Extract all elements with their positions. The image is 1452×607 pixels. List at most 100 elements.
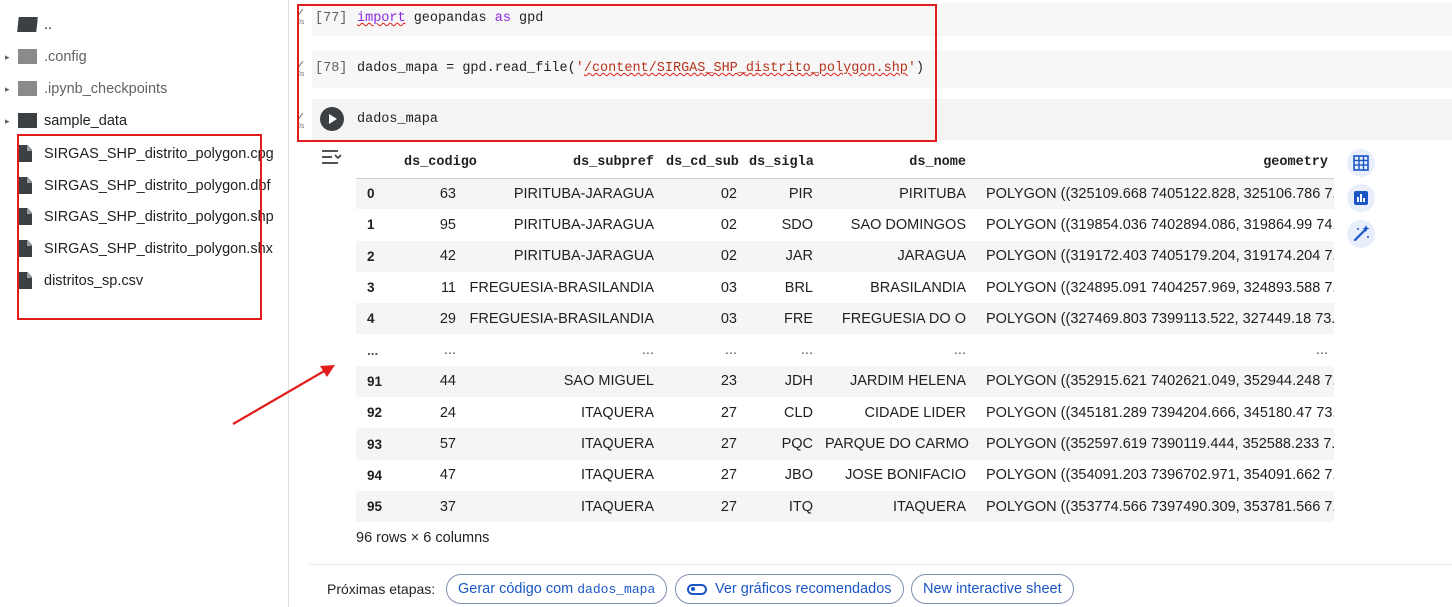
dataframe-table: ds_codigo ds_subpref ds_cd_sub ds_sigla ds_n… bbox=[356, 147, 1334, 523]
table-cell: JARDIM HELENA bbox=[819, 365, 972, 398]
table-cell: 11 bbox=[440, 279, 456, 296]
table-cell: 95 bbox=[439, 216, 456, 233]
cell-executed-check-icon: ✓ 0s bbox=[296, 111, 306, 131]
table-cell: JAR bbox=[743, 240, 819, 272]
file-icon bbox=[18, 272, 38, 289]
file-item[interactable]: .. bbox=[0, 9, 289, 41]
table-cell: ... bbox=[641, 342, 654, 359]
file-label: sample_data bbox=[44, 113, 128, 129]
recommended-charts-chip[interactable]: Ver gráficos recomendados bbox=[675, 574, 904, 604]
cell-source[interactable]: dados_mapa bbox=[357, 112, 438, 127]
table-cell: 63 bbox=[398, 178, 462, 210]
table-header-row: ds_codigo ds_subpref ds_cd_sub ds_sigla ds_n… bbox=[356, 147, 1334, 179]
table-cell: ITAQUERA bbox=[580, 404, 654, 421]
generate-code-chip[interactable]: Gerar código com dados_mapa bbox=[446, 574, 668, 604]
table-cell: SDO bbox=[781, 216, 813, 233]
table-cell: FREGUESIA-BRASILANDIA bbox=[462, 303, 660, 335]
file-label: .config bbox=[44, 49, 87, 65]
row-index: 0 bbox=[356, 178, 398, 210]
magic-wand-icon[interactable] bbox=[1347, 220, 1375, 248]
cell-executed-check-icon: ✓ 0s bbox=[296, 59, 306, 79]
table-cell: PIR bbox=[743, 178, 819, 210]
table-cell: 02 bbox=[660, 240, 743, 272]
table-cell: 44 bbox=[398, 365, 462, 398]
table-cell: 57 bbox=[398, 428, 462, 460]
output-collapse-icon[interactable] bbox=[320, 148, 342, 166]
file-item[interactable]: ▸ .ipynb_checkpoints bbox=[0, 73, 289, 105]
table-cell: ITAQUERA bbox=[462, 428, 660, 460]
file-label: .. bbox=[44, 17, 53, 33]
chart-suggestion-icon[interactable] bbox=[1347, 184, 1375, 212]
dataframe-output: ds_codigo ds_subpref ds_cd_sub ds_sigla ds_n… bbox=[356, 147, 1334, 523]
cell-source[interactable]: import geopandas as gpd bbox=[357, 11, 543, 26]
file-item[interactable]: SIRGAS_SHP_distrito_polygon.shp bbox=[0, 201, 289, 233]
table-cell: ... bbox=[953, 342, 966, 359]
table-cell: PIRITUBA-JARAGUA bbox=[462, 178, 660, 210]
table-cell: FRE bbox=[743, 303, 819, 335]
cell-execution-count: [77] bbox=[315, 11, 348, 26]
table-cell: JDH bbox=[743, 365, 819, 398]
file-label: distritos_sp.csv bbox=[44, 273, 144, 289]
column-header: ds_codigo bbox=[398, 147, 477, 179]
toggle-icon bbox=[687, 583, 707, 595]
code-cell-display[interactable]: dados_mapa bbox=[312, 99, 1452, 140]
table-row: 95 37 ITAQUERA 27 ITQ ITAQUERA POLYGON ((35377… bbox=[356, 490, 1334, 523]
cell-source[interactable]: dados_mapa = gpd.read_file('/content/SIR… bbox=[357, 61, 924, 76]
column-header: ds_subpref bbox=[462, 147, 660, 179]
table-row: 3 11 FREGUESIA-BRASILANDIA 03 BRL BRASILANDIA… bbox=[356, 272, 1334, 303]
table-cell: 47 bbox=[439, 467, 456, 484]
table-cell: BRL bbox=[784, 279, 813, 296]
file-item[interactable]: SIRGAS_SHP_distrito_polygon.dbf bbox=[0, 170, 289, 202]
table-cell: JBO bbox=[784, 467, 813, 484]
dataframe-shape-label: 96 rows × 6 columns bbox=[356, 530, 490, 546]
row-index: 95 bbox=[356, 490, 398, 523]
table-cell: SAO MIGUEL bbox=[462, 365, 660, 398]
table-view-icon[interactable] bbox=[1347, 149, 1375, 177]
column-header bbox=[356, 147, 398, 179]
file-label: SIRGAS_SHP_distrito_polygon.shx bbox=[44, 241, 273, 257]
table-row: 2 42 PIRITUBA-JARAGUA 02 JAR JARAGUA POLYGON (… bbox=[356, 240, 1334, 272]
table-cell: POLYGON ((354091.203 7396702.971, 354091… bbox=[986, 467, 1334, 484]
table-cell: 24 bbox=[439, 404, 456, 421]
row-index: 94 bbox=[367, 467, 383, 483]
table-cell: FREGUESIA-BRASILANDIA bbox=[469, 279, 654, 296]
table-row: 4 29 FREGUESIA-BRASILANDIA 03 FRE FREGUESIA D… bbox=[356, 303, 1334, 335]
file-browser-panel: .. ▸ .config ▸ .ipynb_checkpoints ▸ sample_dat… bbox=[0, 0, 289, 607]
table-cell: POLYGON ((325109.668 7405122.828, 325106… bbox=[972, 178, 1334, 210]
table-cell: POLYGON ((353774.566 7397490.309, 353781… bbox=[972, 490, 1334, 523]
file-item[interactable]: SIRGAS_SHP_distrito_polygon.shx bbox=[0, 233, 289, 265]
table-cell: 27 bbox=[660, 428, 743, 460]
table-cell: FREGUESIA DO O bbox=[819, 303, 972, 335]
table-cell: ITAQUERA bbox=[462, 490, 660, 523]
file-item[interactable]: ▸ .config bbox=[0, 41, 289, 73]
expand-arrow-icon[interactable]: ▸ bbox=[5, 84, 15, 95]
file-item[interactable]: ▸ sample_data bbox=[0, 105, 289, 137]
file-label: SIRGAS_SHP_distrito_polygon.cpg bbox=[44, 146, 274, 162]
expand-arrow-icon[interactable]: ▸ bbox=[5, 116, 15, 127]
table-cell: ... bbox=[443, 342, 456, 359]
run-cell-play-icon[interactable] bbox=[320, 107, 344, 131]
table-cell: PQC bbox=[743, 428, 819, 460]
file-label: SIRGAS_SHP_distrito_polygon.shp bbox=[44, 209, 274, 225]
new-interactive-sheet-chip[interactable]: New interactive sheet bbox=[911, 574, 1074, 604]
table-row: 0 63 PIRITUBA-JARAGUA 02 PIR PIRITUBA POLYGON … bbox=[356, 178, 1334, 210]
file-icon bbox=[18, 240, 38, 257]
code-cell-import[interactable]: [77] import geopandas as gpd bbox=[312, 3, 1452, 36]
code-cell-read-file[interactable]: [78] dados_mapa = gpd.read_file('/conten… bbox=[312, 51, 1452, 88]
table-cell: POLYGON ((319172.403 7405179.204, 319174… bbox=[972, 240, 1334, 272]
cell-executed-check-icon: ✓ 0s bbox=[296, 7, 306, 27]
table-cell: ... bbox=[1315, 342, 1328, 359]
file-icon bbox=[18, 177, 38, 194]
file-label: .ipynb_checkpoints bbox=[44, 81, 168, 97]
table-cell: BRASILANDIA bbox=[870, 279, 966, 296]
file-item[interactable]: SIRGAS_SHP_distrito_polygon.cpg bbox=[0, 138, 289, 170]
table-cell: 03 bbox=[720, 279, 737, 296]
table-cell: 42 bbox=[398, 240, 462, 272]
table-cell: 02 bbox=[720, 216, 737, 233]
table-cell: ITQ bbox=[743, 490, 819, 523]
file-item[interactable]: distritos_sp.csv bbox=[0, 265, 289, 297]
column-header: ds_nome bbox=[819, 147, 972, 179]
next-steps-label: Próximas etapas: bbox=[327, 581, 436, 597]
table-cell: 02 bbox=[660, 178, 743, 210]
expand-arrow-icon[interactable]: ▸ bbox=[5, 52, 15, 63]
